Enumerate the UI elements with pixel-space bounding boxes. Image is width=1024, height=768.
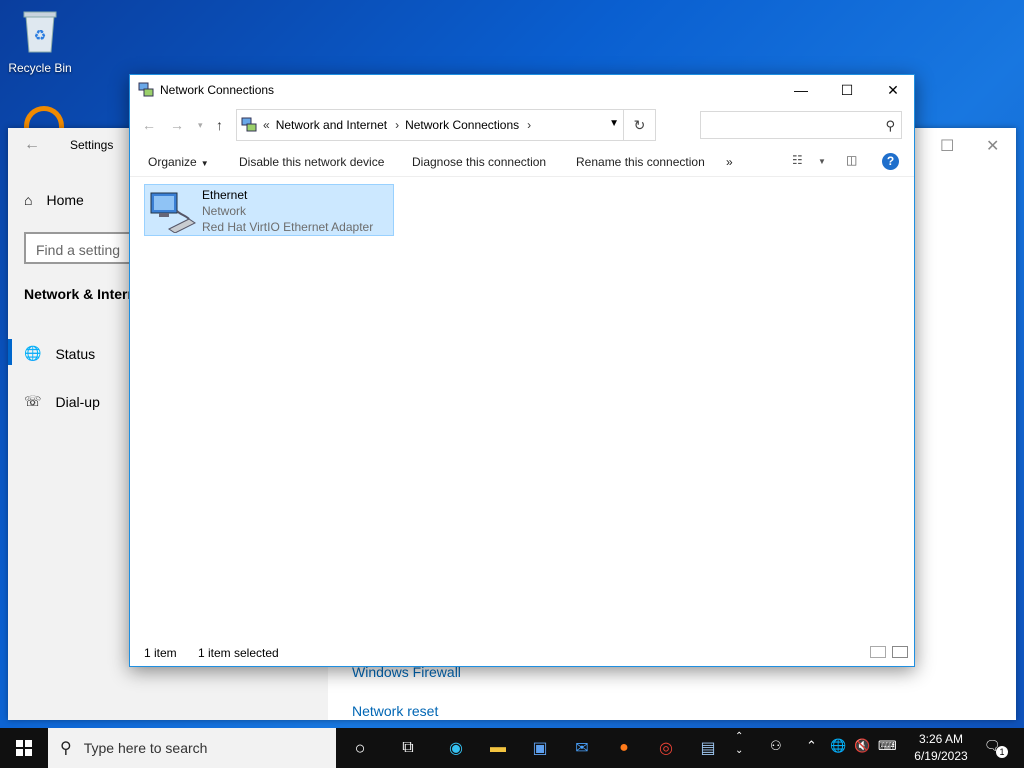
refresh-icon[interactable]: ↻	[623, 110, 655, 140]
task-view-icon[interactable]: ⧉	[396, 736, 420, 760]
home-label: Home	[46, 192, 84, 208]
settings-home[interactable]: ⌂ Home	[24, 192, 84, 208]
settings-nav-label: Dial-up	[55, 393, 100, 410]
up-button[interactable]: ↑	[216, 117, 223, 133]
recycle-bin-label: Recycle Bin	[8, 61, 72, 75]
status-bar: 1 item 1 item selected	[130, 640, 914, 666]
ethernet-connection-item[interactable]: Ethernet Network Red Hat VirtIO Ethernet…	[144, 184, 394, 236]
settings-nav-label: Status	[55, 345, 96, 362]
address-dropdown-icon[interactable]: ▼	[609, 118, 619, 129]
recycle-bin-icon: ♻	[23, 11, 57, 53]
home-icon: ⌂	[24, 192, 33, 208]
clock-date: 6/19/2023	[914, 749, 968, 763]
network-connections-taskbar-icon[interactable]: ▤	[696, 736, 720, 760]
connection-network: Network	[202, 204, 247, 218]
window-title: Network Connections	[160, 83, 275, 97]
disable-device-button[interactable]: Disable this network device	[239, 155, 384, 169]
taskbar-clock[interactable]: 3:26 AM 6/19/2023	[906, 731, 976, 765]
close-button[interactable]: ✕	[870, 75, 916, 105]
selection-count: 1 item selected	[198, 646, 279, 660]
forward-button[interactable]: →	[170, 117, 184, 133]
search-icon: ⚲	[60, 740, 72, 757]
dialup-icon: ☏	[24, 393, 42, 409]
network-connections-window: Network Connections — ☐ ✕ ← → ▾ ↑ « Netw…	[129, 74, 915, 667]
chevron-down-icon: ▼	[200, 159, 209, 168]
clock-time: 3:26 AM	[918, 732, 964, 746]
title-bar[interactable]: Network Connections — ☐ ✕	[130, 75, 914, 105]
mail-icon[interactable]: ✉	[570, 736, 594, 760]
close-icon[interactable]: ✕	[986, 136, 999, 156]
svg-text:♻: ♻	[34, 27, 47, 43]
globe-icon: 🌐	[24, 345, 42, 361]
taskbar-search-box[interactable]: ⚲ Type here to search	[48, 728, 336, 768]
breadcrumb-overflow[interactable]: «	[263, 118, 270, 132]
organize-label: Organize	[148, 155, 197, 169]
maximize-button[interactable]: ☐	[824, 75, 870, 105]
change-view-icon[interactable]: ☷	[792, 153, 803, 167]
breadcrumb-item[interactable]: Network Connections	[405, 118, 519, 132]
settings-section-heading: Network & Intern	[24, 286, 137, 302]
help-icon[interactable]: ?	[882, 153, 899, 170]
breadcrumb-separator[interactable]: ›	[395, 118, 399, 132]
edge-icon[interactable]: ◉	[444, 736, 468, 760]
back-button[interactable]: ←	[142, 117, 156, 133]
network-adapter-icon	[150, 192, 196, 233]
connection-name: Ethernet	[202, 188, 248, 202]
settings-nav-status[interactable]: 🌐 Status	[7, 339, 96, 365]
diagnose-connection-button[interactable]: Diagnose this connection	[412, 155, 546, 169]
details-view-icon[interactable]	[870, 646, 886, 658]
command-bar: Organize ▼ Disable this network device Di…	[130, 147, 914, 177]
rename-connection-button[interactable]: Rename this connection	[576, 155, 705, 169]
chrome-icon[interactable]: ◎	[654, 736, 678, 760]
cortana-icon[interactable]: ○	[348, 736, 372, 760]
network-connections-icon	[138, 82, 154, 97]
item-count: 1 item	[144, 646, 177, 660]
maximize-icon[interactable]: ☐	[940, 136, 954, 156]
network-globe-icon[interactable]: 🌐	[830, 738, 846, 754]
preview-pane-icon[interactable]: ◫	[846, 153, 857, 167]
start-button[interactable]	[0, 728, 48, 768]
find-setting-placeholder: Find a setting	[36, 242, 121, 258]
windows-logo-icon	[16, 740, 32, 756]
settings-nav-dialup[interactable]: ☏ Dial-up	[24, 393, 100, 410]
organize-menu[interactable]: Organize ▼	[148, 155, 209, 169]
view-options-dropdown-icon[interactable]: ▼	[818, 157, 826, 166]
back-arrow-icon[interactable]: ←	[24, 136, 40, 154]
breadcrumb-item[interactable]: Network and Internet	[276, 118, 387, 132]
taskbar-search-placeholder: Type here to search	[83, 740, 208, 756]
volume-muted-icon[interactable]: 🔇	[854, 738, 870, 754]
search-box[interactable]: ⚲	[700, 111, 902, 139]
firefox-icon[interactable]: ●	[612, 736, 636, 760]
file-explorer-icon[interactable]: ▬	[486, 736, 510, 760]
connection-adapter: Red Hat VirtIO Ethernet Adapter	[202, 220, 374, 234]
settings-title: Settings	[70, 138, 114, 152]
large-icons-view-icon[interactable]	[892, 646, 908, 658]
minimize-button[interactable]: —	[778, 75, 824, 105]
breadcrumb-separator[interactable]: ›	[527, 118, 531, 132]
recent-locations-button[interactable]: ▾	[198, 120, 203, 131]
network-reset-link[interactable]: Network reset	[352, 703, 438, 719]
search-icon: ⚲	[885, 118, 895, 133]
recycle-bin-shortcut[interactable]: ♻ Recycle Bin	[6, 8, 74, 75]
store-icon[interactable]: ▣	[528, 736, 552, 760]
navigation-bar: ← → ▾ ↑ « Network and Internet › Network…	[130, 109, 914, 141]
keyboard-icon[interactable]: ⌨	[878, 738, 897, 754]
notification-badge: 1	[996, 746, 1008, 758]
people-icon[interactable]: ⚇	[770, 738, 782, 754]
show-hidden-icons-chevron-icon[interactable]: ⌃	[806, 738, 817, 754]
more-commands-button[interactable]: »	[726, 155, 733, 169]
taskbar: ⚲ Type here to search ○ ⧉ ◉ ▬ ▣ ✉ ● ◎ ▤ …	[0, 728, 1024, 768]
taskbar-scroll-arrows-icon[interactable]: ⌃ ⌄	[735, 730, 743, 758]
control-panel-icon	[241, 117, 257, 132]
address-bar[interactable]: « Network and Internet › Network Connect…	[236, 109, 656, 141]
